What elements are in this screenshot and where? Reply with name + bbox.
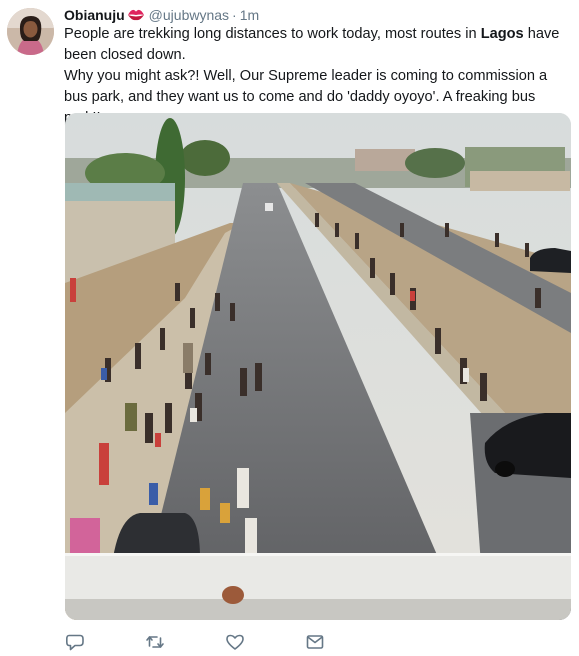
reply-icon[interactable] xyxy=(65,632,85,652)
tweet-text-line-1: People are trekking long distances to wo… xyxy=(64,24,569,66)
avatar[interactable] xyxy=(7,8,54,55)
retweet-icon[interactable] xyxy=(145,632,165,652)
direct-message-icon[interactable] xyxy=(305,632,325,652)
tweet-header: Obianuju @ujubwynas · 1m xyxy=(64,6,259,26)
display-name[interactable]: Obianuju xyxy=(64,7,125,23)
road-crowd-photo xyxy=(65,113,571,620)
like-icon[interactable] xyxy=(225,632,245,652)
tweet-text-part: People are trekking long distances to wo… xyxy=(64,26,481,42)
separator-dot: · xyxy=(232,7,237,23)
tweet-text-bold-location: Lagos xyxy=(480,26,524,42)
tweet[interactable]: Obianuju @ujubwynas · 1m People are trekkin… xyxy=(0,0,579,656)
user-handle[interactable]: @ujubwynas xyxy=(149,7,229,23)
tweet-photo[interactable] xyxy=(65,113,571,620)
timestamp[interactable]: 1m xyxy=(240,7,259,23)
